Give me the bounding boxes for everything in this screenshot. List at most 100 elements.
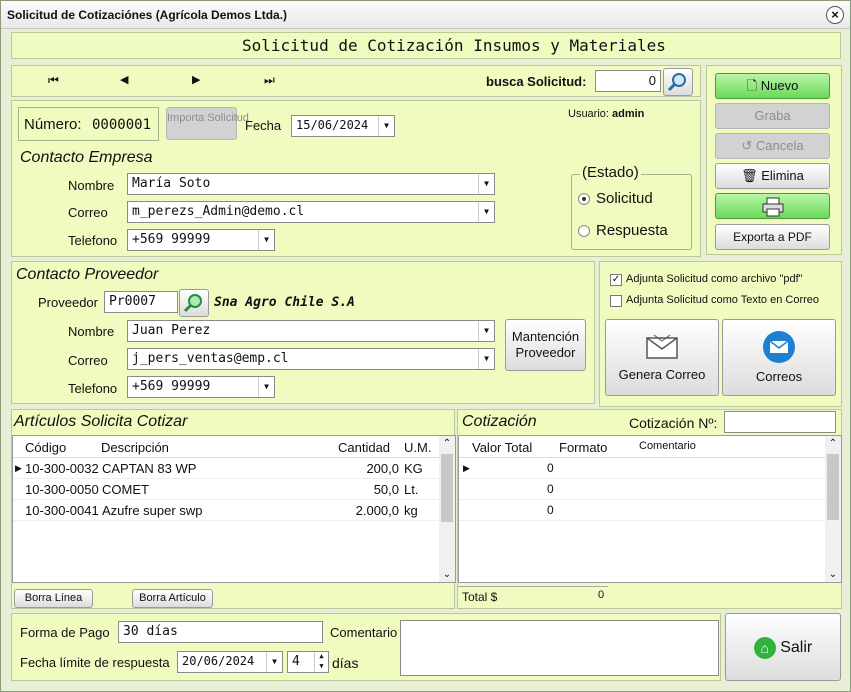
estado-respuesta-radio[interactable] bbox=[578, 225, 590, 237]
dias-label: días bbox=[332, 655, 359, 671]
genera-correo-label: Genera Correo bbox=[618, 367, 706, 382]
adjunta-texto-checkbox[interactable] bbox=[610, 295, 622, 307]
last-record-icon[interactable]: ⏭ bbox=[264, 73, 275, 88]
proveedor-codigo-input[interactable]: Pr0007 bbox=[104, 291, 178, 313]
borra-articulo-button[interactable]: Borra Artículo bbox=[132, 589, 213, 608]
new-document-icon: 🗋 bbox=[746, 78, 758, 93]
adjunta-pdf-checkbox[interactable]: ✓ bbox=[610, 274, 622, 286]
empresa-correo-combo[interactable]: m_perezs_Admin@demo.cl ▼ bbox=[127, 201, 495, 223]
search-input[interactable]: 0 bbox=[595, 70, 661, 92]
cell-um: kg bbox=[404, 503, 418, 518]
search-button[interactable] bbox=[663, 68, 693, 96]
table-row[interactable]: 0 bbox=[459, 479, 825, 500]
col-formato[interactable]: Formato bbox=[559, 440, 607, 455]
page-title: Solicitud de Cotización Insumos y Materi… bbox=[242, 36, 666, 55]
chevron-up-icon[interactable]: ⌃ bbox=[825, 438, 841, 449]
cell-valor-total: 0 bbox=[547, 461, 554, 475]
chevron-up-icon[interactable]: ⌃ bbox=[439, 438, 455, 449]
scroll-thumb[interactable] bbox=[827, 454, 839, 520]
stepper-down-icon[interactable]: ▼ bbox=[314, 662, 328, 672]
cotizacion-grid[interactable]: Valor Total Formato Comentario ▶ 0 0 0 ⌃… bbox=[458, 435, 842, 583]
main-window: Solicitud de Cotizaciónes (Agrícola Demo… bbox=[0, 0, 851, 692]
articulos-scrollbar[interactable]: ⌃ ⌄ bbox=[439, 436, 455, 582]
chevron-down-icon[interactable]: ▼ bbox=[478, 202, 494, 222]
chevron-down-icon[interactable]: ▼ bbox=[478, 349, 494, 369]
table-row[interactable]: 10-300-0050 COMET 50,0 Lt. bbox=[13, 479, 439, 500]
actions-panel: 🗋 Nuevo Graba ↺ Cancela 🗑 Elimina Export… bbox=[706, 65, 842, 255]
dias-stepper[interactable]: 4 ▲ ▼ bbox=[287, 651, 329, 673]
cotizacion-panel: Cotización Cotización Nº: Valor Total Fo… bbox=[457, 409, 842, 609]
contacto-proveedor-title: Contacto Proveedor bbox=[16, 266, 159, 283]
genera-correo-button[interactable]: Genera Correo bbox=[605, 319, 719, 396]
cell-codigo: 10-300-0050 bbox=[25, 482, 99, 497]
chevron-down-icon[interactable]: ▼ bbox=[378, 116, 394, 136]
print-button[interactable] bbox=[715, 193, 830, 219]
chevron-down-icon[interactable]: ▼ bbox=[266, 652, 282, 672]
forma-pago-label: Forma de Pago bbox=[20, 625, 110, 640]
nuevo-button[interactable]: 🗋 Nuevo bbox=[715, 73, 830, 99]
fecha-limite-picker[interactable]: 20/06/2024 ▼ bbox=[177, 651, 283, 673]
nav-panel: ⏮ ◀ ▶ ⏭ busca Solicitud: 0 bbox=[11, 65, 701, 97]
fecha-picker[interactable]: 15/06/2024 ▼ bbox=[291, 115, 395, 137]
col-cantidad[interactable]: Cantidad bbox=[338, 440, 390, 455]
articulos-panel: Artículos Solicita Cotizar Código Descri… bbox=[11, 409, 456, 609]
close-icon[interactable]: × bbox=[826, 6, 844, 24]
articulos-title: Artículos Solicita Cotizar bbox=[14, 413, 188, 430]
comentario-textarea[interactable] bbox=[400, 620, 719, 676]
salir-button[interactable]: ⌂ Salir bbox=[725, 613, 841, 681]
exporta-pdf-button[interactable]: Exporta a PDF bbox=[715, 224, 830, 250]
buscar-proveedor-button[interactable] bbox=[179, 289, 209, 317]
empresa-correo-value: m_perezs_Admin@demo.cl bbox=[132, 204, 305, 219]
mantencion-proveedor-button[interactable]: Mantención Proveedor bbox=[505, 319, 586, 371]
col-valor-total[interactable]: Valor Total bbox=[472, 440, 532, 455]
first-record-icon[interactable]: ⏮ bbox=[48, 73, 59, 88]
empresa-nombre-combo[interactable]: María Soto ▼ bbox=[127, 173, 495, 195]
articulos-grid[interactable]: Código Descripción Cantidad U.M. ▶ 10-30… bbox=[12, 435, 456, 583]
col-descripcion[interactable]: Descripción bbox=[101, 440, 169, 455]
next-record-icon[interactable]: ▶ bbox=[192, 73, 200, 86]
proveedor-nombre-combo[interactable]: Juan Perez ▼ bbox=[127, 320, 495, 342]
elimina-button[interactable]: 🗑 Elimina bbox=[715, 163, 830, 189]
chevron-down-icon[interactable]: ▼ bbox=[478, 321, 494, 341]
table-row[interactable]: ▶ 0 bbox=[459, 458, 825, 479]
search-label: busca Solicitud: bbox=[486, 74, 587, 89]
empresa-telefono-combo[interactable]: +569 99999 ▼ bbox=[127, 229, 275, 251]
mail-circle-icon bbox=[763, 331, 795, 363]
cotizacion-numero-input[interactable] bbox=[724, 411, 836, 433]
col-comentario[interactable]: Comentario bbox=[639, 440, 696, 452]
row-selector-icon: ▶ bbox=[463, 463, 470, 473]
chevron-down-icon[interactable]: ▼ bbox=[258, 377, 274, 397]
proveedor-correo-combo[interactable]: j_pers_ventas@emp.cl ▼ bbox=[127, 348, 495, 370]
stepper-up-icon[interactable]: ▲ bbox=[314, 652, 328, 662]
estado-solicitud-radio[interactable] bbox=[578, 193, 590, 205]
forma-pago-input[interactable]: 30 días bbox=[118, 621, 323, 643]
chevron-down-icon[interactable]: ▼ bbox=[258, 230, 274, 250]
proveedor-telefono-combo[interactable]: +569 99999 ▼ bbox=[127, 376, 275, 398]
empresa-telefono-label: Telefono bbox=[68, 233, 118, 248]
col-um[interactable]: U.M. bbox=[404, 440, 431, 455]
window-title: Solicitud de Cotizaciónes (Agrícola Demo… bbox=[7, 8, 288, 22]
importa-solicitud-button[interactable]: Importa Solicitud bbox=[166, 107, 249, 140]
cancela-label: Cancela bbox=[755, 138, 804, 153]
table-row[interactable]: 10-300-0041 Azufre super swp 2.000,0 kg bbox=[13, 500, 439, 521]
col-codigo[interactable]: Código bbox=[25, 440, 66, 455]
footer-panel: Forma de Pago 30 días Comentario Fecha l… bbox=[11, 613, 721, 681]
chevron-down-icon[interactable]: ⌄ bbox=[825, 569, 841, 580]
table-row[interactable]: 0 bbox=[459, 500, 825, 521]
chevron-down-icon[interactable]: ⌄ bbox=[439, 569, 455, 580]
borra-linea-button[interactable]: Borra Línea bbox=[14, 589, 93, 608]
search-icon bbox=[667, 73, 686, 92]
chevron-down-icon[interactable]: ▼ bbox=[478, 174, 494, 194]
graba-button[interactable]: Graba bbox=[715, 103, 830, 129]
prev-record-icon[interactable]: ◀ bbox=[120, 73, 128, 86]
envio-panel: ✓ Adjunta Solicitud como archivo "pdf" A… bbox=[599, 261, 842, 407]
row-selector-icon: ▶ bbox=[15, 463, 22, 473]
correos-button[interactable]: Correos bbox=[722, 319, 836, 396]
cancela-button[interactable]: ↺ Cancela bbox=[715, 133, 830, 159]
table-row[interactable]: ▶ 10-300-0032 CAPTAN 83 WP 200,0 KG bbox=[13, 458, 439, 479]
proveedor-nombre-empresa: Sna Agro Chile S.A bbox=[214, 295, 355, 310]
total-value: 0 bbox=[598, 589, 605, 601]
scroll-thumb[interactable] bbox=[441, 454, 453, 522]
header-panel: Solicitud de Cotización Insumos y Materi… bbox=[11, 32, 841, 59]
cotizacion-scrollbar[interactable]: ⌃ ⌄ bbox=[825, 436, 841, 582]
